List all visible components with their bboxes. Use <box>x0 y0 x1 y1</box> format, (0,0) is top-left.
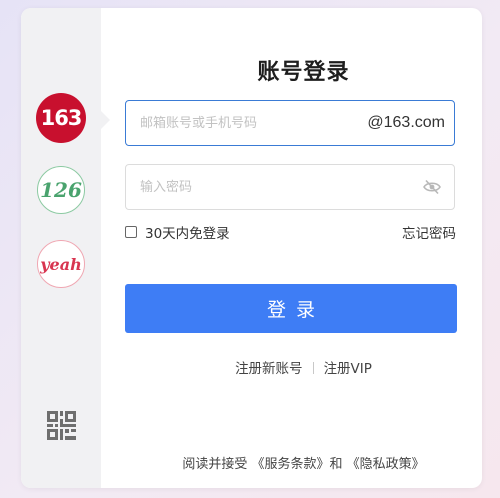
email-field[interactable]: @163.com <box>125 100 455 146</box>
terms-prefix: 阅读并接受 <box>182 457 248 472</box>
link-divider <box>312 362 314 374</box>
terms-notice: 阅读并接受 《服务条款》和 《隐私政策》 <box>125 453 482 472</box>
provider-126-logo[interactable]: 126 <box>37 166 85 214</box>
provider-163-logo[interactable]: 163 <box>36 93 86 143</box>
provider-yeah-logo[interactable]: yeah <box>37 240 85 288</box>
register-account-link[interactable]: 注册新账号 <box>235 361 303 377</box>
remember-me-checkbox[interactable] <box>125 226 137 238</box>
register-links: 注册新账号 注册VIP <box>125 357 482 377</box>
eye-slash-icon[interactable] <box>423 179 441 195</box>
forgot-password-link[interactable]: 忘记密码 <box>402 222 456 242</box>
login-button[interactable]: 登录 <box>125 284 457 333</box>
login-card: 163 126 yeah 账号登录 邮箱账号或手机号码 @163.com 30天… <box>21 8 482 488</box>
email-input[interactable] <box>140 101 355 145</box>
provider-126-label: 126 <box>40 178 82 202</box>
qr-code-icon[interactable] <box>47 411 76 440</box>
terms-and: 和 <box>329 457 343 472</box>
provider-yeah-label: yeah <box>40 254 82 274</box>
remember-me-label: 30天内免登录 <box>145 226 230 242</box>
page-title: 账号登录 <box>257 60 350 85</box>
selected-provider-indicator <box>101 111 110 129</box>
provider-163-label: 163 <box>40 106 83 130</box>
terms-of-service-link[interactable]: 《服务条款》 <box>251 457 329 472</box>
password-input[interactable] <box>140 165 400 209</box>
privacy-policy-link[interactable]: 《隐私政策》 <box>347 457 425 472</box>
remember-me[interactable]: 30天内免登录 <box>125 222 230 242</box>
email-domain-suffix: @163.com <box>367 114 445 131</box>
provider-sidebar: 163 126 yeah <box>21 8 101 488</box>
register-vip-link[interactable]: 注册VIP <box>324 361 372 377</box>
password-field[interactable] <box>125 164 455 210</box>
